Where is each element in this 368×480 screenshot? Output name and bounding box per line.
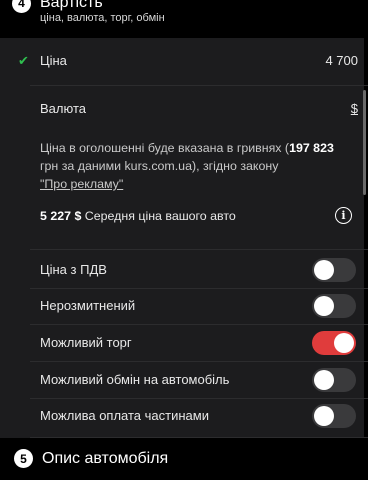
uah-amount: 197 823: [289, 141, 334, 155]
divider: [30, 85, 368, 86]
section-title: Вартість: [40, 0, 103, 11]
section-header-description[interactable]: 5 Опис автомобіля: [14, 449, 168, 468]
divider: [30, 437, 368, 438]
option-toggle[interactable]: [312, 258, 356, 282]
divider: [30, 398, 368, 399]
toggle-knob: [314, 406, 334, 426]
toggle-knob: [334, 333, 354, 353]
scrollbar[interactable]: [363, 90, 366, 195]
check-icon: ✔: [18, 53, 29, 68]
toggle-knob: [314, 260, 334, 280]
option-toggle[interactable]: [312, 368, 356, 392]
toggle-knob: [314, 296, 334, 316]
divider: [30, 288, 368, 289]
currency-select[interactable]: $: [351, 101, 358, 116]
section-title: Опис автомобіля: [42, 449, 169, 467]
section-subtitle: ціна, валюта, торг, обмін: [40, 12, 165, 24]
option-toggle[interactable]: [312, 294, 356, 318]
price-label: Ціна: [40, 53, 67, 68]
price-info-text: Ціна в оголошенні буде вказана в гривнях…: [40, 141, 334, 193]
average-amount: 5 227 $: [40, 209, 82, 223]
option-toggle[interactable]: [312, 331, 356, 355]
section-number-badge: 5: [14, 449, 33, 468]
currency-label: Валюта: [40, 101, 86, 116]
divider: [30, 249, 368, 250]
toggle-knob: [314, 370, 334, 390]
option-label: Можливий торг: [40, 335, 132, 350]
option-label: Можлива оплата частинами: [40, 408, 209, 423]
option-label: Можливий обмін на автомобіль: [40, 372, 230, 387]
average-price: 5 227 $ Середня ціна вашого авто: [40, 209, 236, 223]
option-label: Нерозмитнений: [40, 298, 136, 313]
option-label: Ціна з ПДВ: [40, 262, 107, 277]
section-number-badge: 4: [12, 0, 31, 13]
divider: [30, 324, 368, 325]
info-icon[interactable]: i: [335, 207, 352, 224]
divider: [30, 361, 368, 362]
option-toggle[interactable]: [312, 404, 356, 428]
price-value[interactable]: 4 700: [325, 53, 358, 68]
law-link[interactable]: "Про рекламу": [40, 175, 123, 193]
